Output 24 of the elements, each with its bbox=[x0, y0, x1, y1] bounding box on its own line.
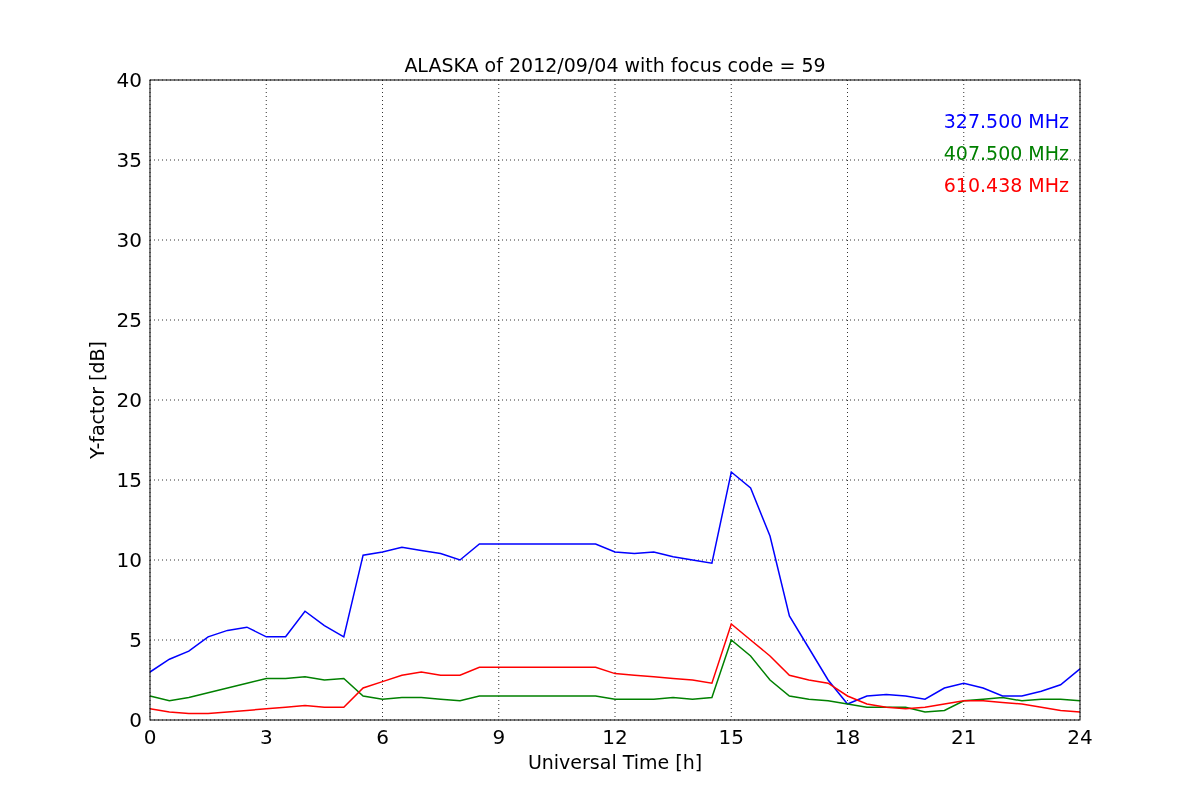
y-tick-label: 35 bbox=[116, 148, 142, 172]
y-tick-label: 5 bbox=[129, 628, 142, 652]
y-tick-label: 15 bbox=[116, 468, 142, 492]
x-tick-label: 15 bbox=[718, 725, 744, 749]
chart-title: ALASKA of 2012/09/04 with focus code = 59 bbox=[404, 54, 826, 76]
y-tick-label: 0 bbox=[129, 708, 142, 732]
y-tick-label: 10 bbox=[116, 548, 142, 572]
y-axis-label: Y-factor [dB] bbox=[86, 341, 108, 459]
y-tick-label: 30 bbox=[116, 228, 142, 252]
legend-label: 327.500 MHz bbox=[943, 110, 1069, 132]
x-tick-label: 12 bbox=[602, 725, 628, 749]
y-tick-label: 40 bbox=[116, 68, 142, 92]
x-tick-label: 21 bbox=[951, 725, 977, 749]
x-tick-label: 3 bbox=[259, 725, 273, 749]
legend-label: 610.438 MHz bbox=[943, 174, 1069, 196]
x-tick-label: 0 bbox=[143, 725, 157, 749]
x-tick-label: 6 bbox=[376, 725, 389, 749]
x-axis-label: Universal Time [h] bbox=[527, 751, 703, 773]
legend-label: 407.500 MHz bbox=[943, 142, 1069, 164]
x-tick-label: 18 bbox=[834, 725, 861, 749]
y-tick-label: 25 bbox=[116, 308, 142, 332]
x-tick-label: 24 bbox=[1067, 725, 1093, 749]
y-tick-label: 20 bbox=[116, 388, 142, 412]
x-tick-label: 9 bbox=[492, 725, 506, 749]
